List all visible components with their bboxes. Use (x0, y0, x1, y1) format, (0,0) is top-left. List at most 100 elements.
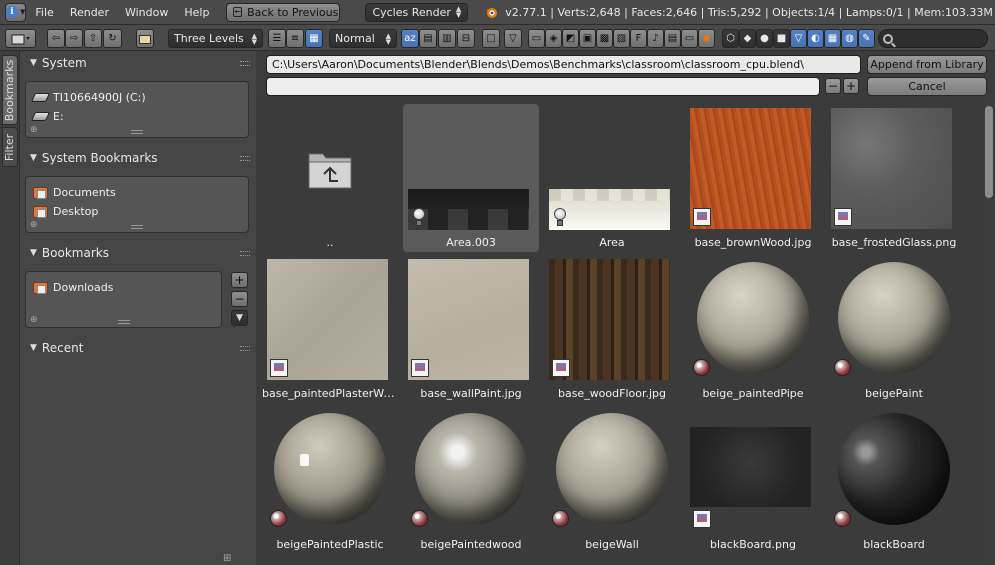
file-tile-brown-wood[interactable]: base_brownWood.jpg (685, 104, 821, 252)
arrow-left-icon: ⇦ (51, 33, 61, 44)
filter-sound-button[interactable]: ♪ (647, 29, 664, 48)
drag-grip-icon[interactable] (240, 155, 250, 161)
file-tile-blackboard[interactable]: blackBoard (826, 406, 962, 554)
file-tile-wall-paint[interactable]: base_wallPaint.jpg (403, 255, 539, 403)
vertical-scrollbar[interactable] (983, 100, 995, 565)
directory-path-field[interactable]: C:\Users\Aaron\Documents\Blender\Blends\… (266, 55, 861, 74)
file-thumbnail-grid: .. Area.003 Area base_brownWood.jpg base… (257, 100, 982, 565)
refresh-button[interactable]: ↻ (103, 29, 122, 48)
remove-bookmark-button[interactable]: − (231, 291, 248, 307)
filter-world-button[interactable]: ◍ (841, 29, 858, 48)
list-item[interactable]: Desktop (33, 203, 98, 220)
list-item[interactable]: Downloads (33, 279, 113, 296)
file-browser-editor-button[interactable] (5, 29, 36, 48)
filter-movie-button[interactable]: ▩ (596, 29, 613, 48)
file-tile-blackboard-png[interactable]: blackBoard.png (685, 406, 821, 554)
plus-icon[interactable]: ⊕ (30, 220, 38, 230)
menu-window[interactable]: Window (125, 6, 168, 19)
filter-group-button[interactable]: ● (756, 29, 773, 48)
menu-help[interactable]: Help (184, 6, 209, 19)
parent-directory-button[interactable]: ⇧ (84, 29, 102, 48)
filter-brush-button[interactable]: ✎ (858, 29, 875, 48)
tab-bookmarks[interactable]: Bookmarks (2, 55, 18, 125)
filter-scene-button[interactable]: ⬡ (722, 29, 739, 48)
filter-image-button[interactable]: ▣ (579, 29, 596, 48)
menu-render[interactable]: Render (70, 6, 109, 19)
forward-arrow-button[interactable]: ⇨ (65, 29, 83, 48)
filter-text-button[interactable]: ▤ (664, 29, 681, 48)
recursion-select[interactable]: Three Levels ▲ ▼ (168, 29, 263, 48)
file-tile-beige-painted-wood[interactable]: beigePaintedwood (403, 406, 539, 554)
scene-stats: v2.77.1 | Verts:2,648 | Faces:2,646 | Tr… (505, 5, 995, 19)
bookmark-specials-button[interactable]: ▼ (231, 310, 248, 326)
drag-grip-icon[interactable] (240, 345, 250, 351)
bookmarks-panel-title: Bookmarks (41, 246, 109, 260)
tab-filter[interactable]: Filter (2, 127, 18, 167)
thumbnail-size-select[interactable]: Normal ▲ ▼ (329, 29, 397, 48)
display-thumbnails-button[interactable]: ▦ (305, 29, 323, 48)
file-tile-beige-paint[interactable]: beigePaint (826, 255, 962, 403)
render-engine-select[interactable]: Cycles Render ▲ ▼ (365, 2, 469, 22)
display-long-list-button[interactable]: ≡ (286, 29, 304, 48)
increment-filename-button[interactable]: + (843, 78, 859, 94)
plus-icon[interactable]: ⊕ (30, 125, 38, 135)
filter-folder2-button[interactable]: ▭ (681, 29, 698, 48)
add-bookmark-button[interactable]: + (231, 272, 248, 288)
system-bookmarks-panel-header[interactable]: ▼ System Bookmarks (24, 148, 250, 168)
filter-blend-button[interactable]: ◈ (545, 29, 562, 48)
filter-toggle-button[interactable]: ▽ (504, 29, 522, 48)
back-arrow-button[interactable]: ⇦ (47, 29, 65, 48)
list-item[interactable]: TI10664900J (C:) (30, 89, 146, 106)
texture-icon: ▦ (827, 33, 838, 44)
file-tile-wood-floor[interactable]: base_woodFloor.jpg (544, 255, 680, 403)
system-panel-header[interactable]: ▼ System (24, 53, 250, 73)
filter-mesh-button[interactable]: ▽ (790, 29, 807, 48)
short-list-icon: ☰ (272, 33, 282, 44)
drag-grip-icon[interactable] (240, 60, 250, 66)
file-tile-frosted-glass[interactable]: base_frostedGlass.png (826, 104, 962, 252)
hide-dot-files-button[interactable]: □ (482, 29, 500, 48)
display-short-list-button[interactable]: ☰ (268, 29, 286, 48)
decrement-filename-button[interactable]: − (825, 78, 841, 94)
file-tile-beige-wall[interactable]: beigeWall (544, 406, 680, 554)
recent-panel-title: Recent (41, 341, 84, 355)
filter-material-button[interactable]: ◐ (807, 29, 824, 48)
cancel-button[interactable]: Cancel (867, 77, 987, 96)
plus-icon[interactable]: ⊕ (30, 315, 38, 325)
sort-extension-button[interactable]: ▤ (419, 29, 437, 48)
sort-alpha-button[interactable]: az (401, 29, 419, 48)
file-tile-beige-painted-plastic[interactable]: beigePaintedPlastic (262, 406, 398, 554)
resize-grip-icon[interactable] (131, 225, 143, 229)
sort-time-button[interactable]: ▥ (438, 29, 456, 48)
resize-grip-icon[interactable] (131, 130, 143, 134)
bookmarks-panel-header[interactable]: ▼ Bookmarks (24, 243, 250, 263)
file-tile-area-003[interactable]: Area.003 (403, 104, 539, 252)
file-tile-painted-plaster[interactable]: base_paintedPlasterWall... (262, 255, 398, 403)
drag-grip-icon[interactable] (240, 250, 250, 256)
resize-grip-icon[interactable] (117, 320, 130, 324)
filter-texture-button[interactable]: ▦ (824, 29, 841, 48)
list-item[interactable]: Documents (33, 184, 116, 201)
list-item[interactable]: E: (30, 108, 64, 125)
editor-type-button[interactable]: i ▼ (5, 2, 27, 22)
filter-object-button[interactable]: ◆ (739, 29, 756, 48)
sort-size-button[interactable]: ⊟ (457, 29, 475, 48)
filter-blender-button[interactable]: ◉ (698, 29, 715, 48)
search-field[interactable] (878, 29, 988, 48)
filter-font-button[interactable]: F (630, 29, 647, 48)
back-to-previous-button[interactable]: ← Back to Previous (226, 2, 341, 22)
filename-field[interactable] (266, 77, 820, 96)
region-expand-icon[interactable]: ⊞ (223, 554, 233, 564)
new-directory-button[interactable] (136, 29, 154, 48)
filter-backup-button[interactable]: ◩ (562, 29, 579, 48)
filter-folder-button[interactable]: ▭ (528, 29, 545, 48)
file-tile-beige-painted-pipe[interactable]: beige_paintedPipe (685, 255, 821, 403)
recent-panel-header[interactable]: ▼ Recent (24, 338, 250, 358)
scrollbar-thumb[interactable] (985, 106, 993, 198)
file-tile-parent[interactable]: .. (262, 104, 398, 252)
menu-file[interactable]: File (35, 6, 53, 19)
filter-camera-button[interactable]: ■ (773, 29, 790, 48)
file-tile-area[interactable]: Area (544, 104, 680, 252)
append-from-library-button[interactable]: Append from Library (867, 55, 987, 74)
filter-script-button[interactable]: ▧ (613, 29, 630, 48)
